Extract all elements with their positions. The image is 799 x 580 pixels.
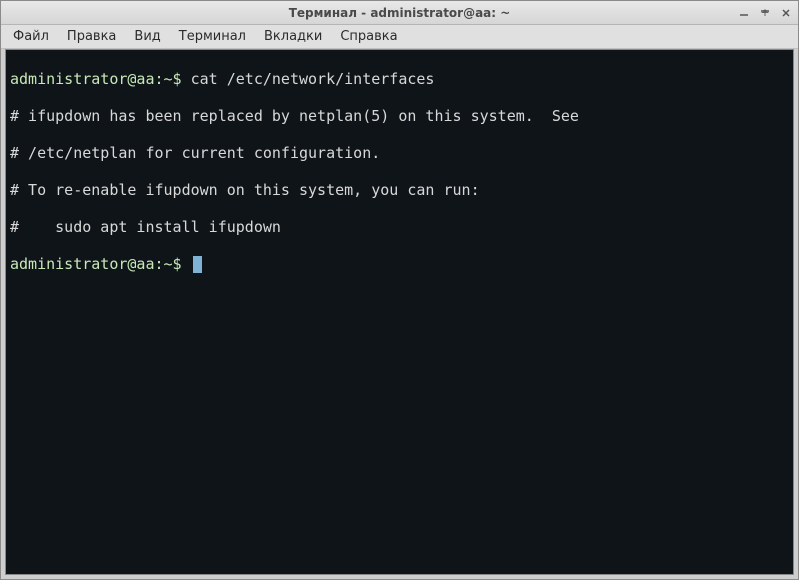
titlebar[interactable]: Терминал - administrator@aa: ~ +: [1, 1, 798, 25]
term-line-prompt1: administrator@aa:~$ cat /etc/network/int…: [10, 70, 789, 88]
prompt-2: administrator@aa:~$: [10, 255, 182, 273]
close-button[interactable]: [779, 6, 792, 20]
minimize-button[interactable]: [738, 6, 751, 20]
menu-edit[interactable]: Правка: [59, 26, 124, 47]
menu-help[interactable]: Справка: [332, 26, 405, 47]
cursor: [193, 256, 202, 273]
menu-terminal[interactable]: Терминал: [171, 26, 254, 47]
prompt-1: administrator@aa:~$: [10, 70, 182, 88]
term-output-line: # sudo apt install ifupdown: [10, 218, 789, 236]
terminal-window: Терминал - administrator@aa: ~ + Файл Пр…: [0, 0, 799, 580]
maximize-button[interactable]: +: [759, 6, 772, 20]
term-output-line: # /etc/netplan for current configuration…: [10, 144, 789, 162]
window-controls: +: [738, 6, 792, 20]
term-output-line: # ifupdown has been replaced by netplan(…: [10, 107, 789, 125]
menubar: Файл Правка Вид Терминал Вкладки Справка: [1, 25, 798, 49]
menu-tabs[interactable]: Вкладки: [256, 26, 330, 47]
command-1: cat /etc/network/interfaces: [182, 70, 435, 88]
minimize-icon: [739, 8, 749, 18]
menu-file[interactable]: Файл: [5, 26, 57, 47]
term-output-line: # To re-enable ifupdown on this system, …: [10, 181, 789, 199]
menu-view[interactable]: Вид: [126, 26, 168, 47]
terminal-content[interactable]: administrator@aa:~$ cat /etc/network/int…: [5, 49, 794, 575]
term-line-prompt2: administrator@aa:~$: [10, 255, 789, 273]
window-title: Терминал - administrator@aa: ~: [61, 6, 738, 20]
close-icon: [781, 8, 791, 18]
